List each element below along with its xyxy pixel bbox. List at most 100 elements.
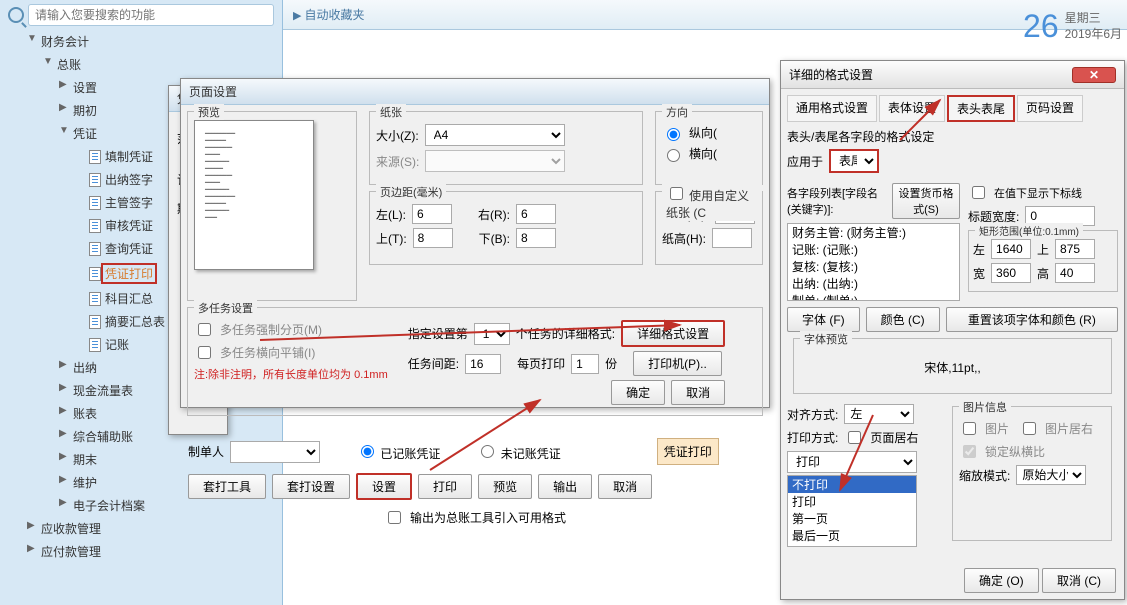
img-check[interactable] <box>963 422 976 435</box>
fields-label: 各字段列表[字段名(关键字)]: <box>787 185 886 217</box>
margin-top-label: 上(T): <box>376 230 407 247</box>
pagesetup-ok-button[interactable]: 确定 <box>611 380 665 405</box>
task-index-select[interactable]: 1 <box>474 323 510 345</box>
dlg2-ok-button[interactable]: 确定 (O) <box>964 568 1039 593</box>
rect-top-input[interactable] <box>1055 239 1095 259</box>
settings-button[interactable]: 设置 <box>356 473 412 500</box>
favorites-bar[interactable]: ▶ 自动收藏夹 <box>283 0 1127 30</box>
tree-gl[interactable]: ▼总账 <box>25 53 282 76</box>
perpage-input[interactable] <box>571 354 599 374</box>
tab-headfoot[interactable]: 表头表尾 <box>947 95 1015 122</box>
doc-icon <box>89 338 101 352</box>
maker-select[interactable] <box>230 441 320 463</box>
rect-height-input[interactable] <box>1055 263 1095 283</box>
apply-to-select[interactable]: 表尾 <box>829 149 879 173</box>
detail-format-dialog: 详细的格式设置 ✕ 通用格式设置 表体设置 表头表尾 页码设置 表头/表尾各字段… <box>780 60 1125 600</box>
page-setup-dialog: 页面设置 预览 ━━━━━━━━━━━━━━━━━━━━━━━━━━━━━━━━… <box>180 78 770 408</box>
rect-left-input[interactable] <box>991 239 1031 259</box>
dlg2-title: 详细的格式设置 <box>789 66 873 83</box>
multitask-label: 多任务设置 <box>194 300 257 316</box>
font-button[interactable]: 字体 (F) <box>787 307 860 332</box>
tool-btn[interactable]: 套打工具 <box>188 474 266 499</box>
multi-tile-check[interactable] <box>198 346 211 359</box>
posted-radio[interactable] <box>361 445 374 458</box>
interval-input[interactable] <box>465 354 501 374</box>
tab-general[interactable]: 通用格式设置 <box>787 95 877 122</box>
color-button[interactable]: 颜色 (C) <box>866 307 940 332</box>
rect-width-input[interactable] <box>991 263 1031 283</box>
underline-check[interactable] <box>972 186 985 199</box>
margin-label: 页边距(毫米) <box>376 184 446 200</box>
print-button[interactable]: 打印 <box>418 474 472 499</box>
detail-format-button[interactable]: 详细格式设置 <box>621 320 725 347</box>
maker-label: 制单人 <box>188 443 224 460</box>
align-select[interactable]: 左 <box>844 404 914 424</box>
portrait-radio[interactable] <box>667 128 680 141</box>
date-text: 星期三2019年6月 <box>1065 11 1122 42</box>
apply-label: 应用于 <box>787 153 823 170</box>
print-options-list[interactable]: 不打印 打印 第一页 最后一页 除第一页 <box>787 475 917 547</box>
page-right-check[interactable] <box>848 431 861 444</box>
preview-label: 预览 <box>194 104 224 120</box>
landscape-radio[interactable] <box>667 149 680 162</box>
search-bar <box>0 0 282 30</box>
tab-pagenum[interactable]: 页码设置 <box>1017 95 1083 122</box>
date-day: 26 <box>1023 8 1059 45</box>
margin-bottom-label: 下(B): <box>479 230 510 247</box>
source-label: 来源(S): <box>376 153 419 170</box>
font-preview: 宋体,11pt,, <box>800 347 1105 376</box>
margin-top-input[interactable] <box>413 228 453 248</box>
lock-ratio-check[interactable] <box>963 445 976 458</box>
print-mode-select[interactable]: 打印 <box>787 451 917 473</box>
field-list[interactable]: 财务主管: (财务主管:) 记账: (记账:) 复核: (复核:) 出纳: (出… <box>787 223 960 301</box>
paper-label: 纸张 <box>376 104 406 120</box>
paper-height-input[interactable] <box>712 228 752 248</box>
date-badge: 26 星期三2019年6月 <box>1023 8 1122 45</box>
tab-body[interactable]: 表体设置 <box>879 95 945 122</box>
tool-btn[interactable]: 套打设置 <box>272 474 350 499</box>
unit-note: 注:除非注明，所有长度单位均为 0.1mm <box>194 366 388 382</box>
search-icon <box>8 7 24 23</box>
close-button[interactable]: ✕ <box>1072 67 1116 83</box>
doc-icon <box>89 196 101 210</box>
margin-right-label: 右(R): <box>478 206 510 223</box>
reset-font-button[interactable]: 重置该项字体和颜色 (R) <box>946 307 1118 332</box>
dlg2-tabs: 通用格式设置 表体设置 表头表尾 页码设置 <box>781 89 1124 122</box>
page-preview: ━━━━━━━━━━━━━━━━━━━━━━━━━━━━━━━━━━━━━━━━… <box>194 120 314 270</box>
tree-root[interactable]: ▼财务会计 <box>25 30 282 53</box>
voucher-print-tab[interactable]: 凭证打印 <box>657 438 719 465</box>
dlg2-cancel-button[interactable]: 取消 (C) <box>1042 568 1116 593</box>
doc-icon <box>89 242 101 256</box>
output-format-check[interactable] <box>388 511 401 524</box>
multi-page-check[interactable] <box>198 323 211 336</box>
export-button[interactable]: 输出 <box>538 474 592 499</box>
size-label: 大小(Z): <box>376 127 419 144</box>
img-right-check[interactable] <box>1023 422 1036 435</box>
doc-icon <box>89 267 101 281</box>
tree-ap[interactable]: ▶应付款管理 <box>25 540 282 563</box>
cancel-button[interactable]: 取消 <box>598 474 652 499</box>
preview-button[interactable]: 预览 <box>478 474 532 499</box>
set-currency-button[interactable]: 设置货币格式(S) <box>892 183 960 219</box>
paper-source-select[interactable] <box>425 150 565 172</box>
margin-left-label: 左(L): <box>376 206 406 223</box>
margin-bottom-input[interactable] <box>516 228 556 248</box>
custom-paper-check[interactable] <box>670 187 683 200</box>
voucher-print-toolbar: 制单人 已记账凭证 未记账凭证 凭证打印 套打工具 套打设置 设置 打印 预览 … <box>180 430 770 535</box>
doc-icon <box>89 292 101 306</box>
ph-label: 纸高(H): <box>662 230 706 247</box>
orient-label: 方向 <box>662 104 692 120</box>
zoom-select[interactable]: 原始大小 <box>1016 465 1086 485</box>
printer-button[interactable]: 打印机(P).. <box>633 351 722 376</box>
doc-icon <box>89 219 101 233</box>
paper-size-select[interactable]: A4 <box>425 124 565 146</box>
doc-icon <box>89 150 101 164</box>
margin-right-input[interactable] <box>516 204 556 224</box>
search-input[interactable] <box>28 4 274 26</box>
doc-icon <box>89 173 101 187</box>
unposted-radio[interactable] <box>481 445 494 458</box>
page-setup-title: 页面设置 <box>181 79 769 105</box>
doc-icon <box>89 315 101 329</box>
margin-left-input[interactable] <box>412 204 452 224</box>
pagesetup-cancel-button[interactable]: 取消 <box>671 380 725 405</box>
